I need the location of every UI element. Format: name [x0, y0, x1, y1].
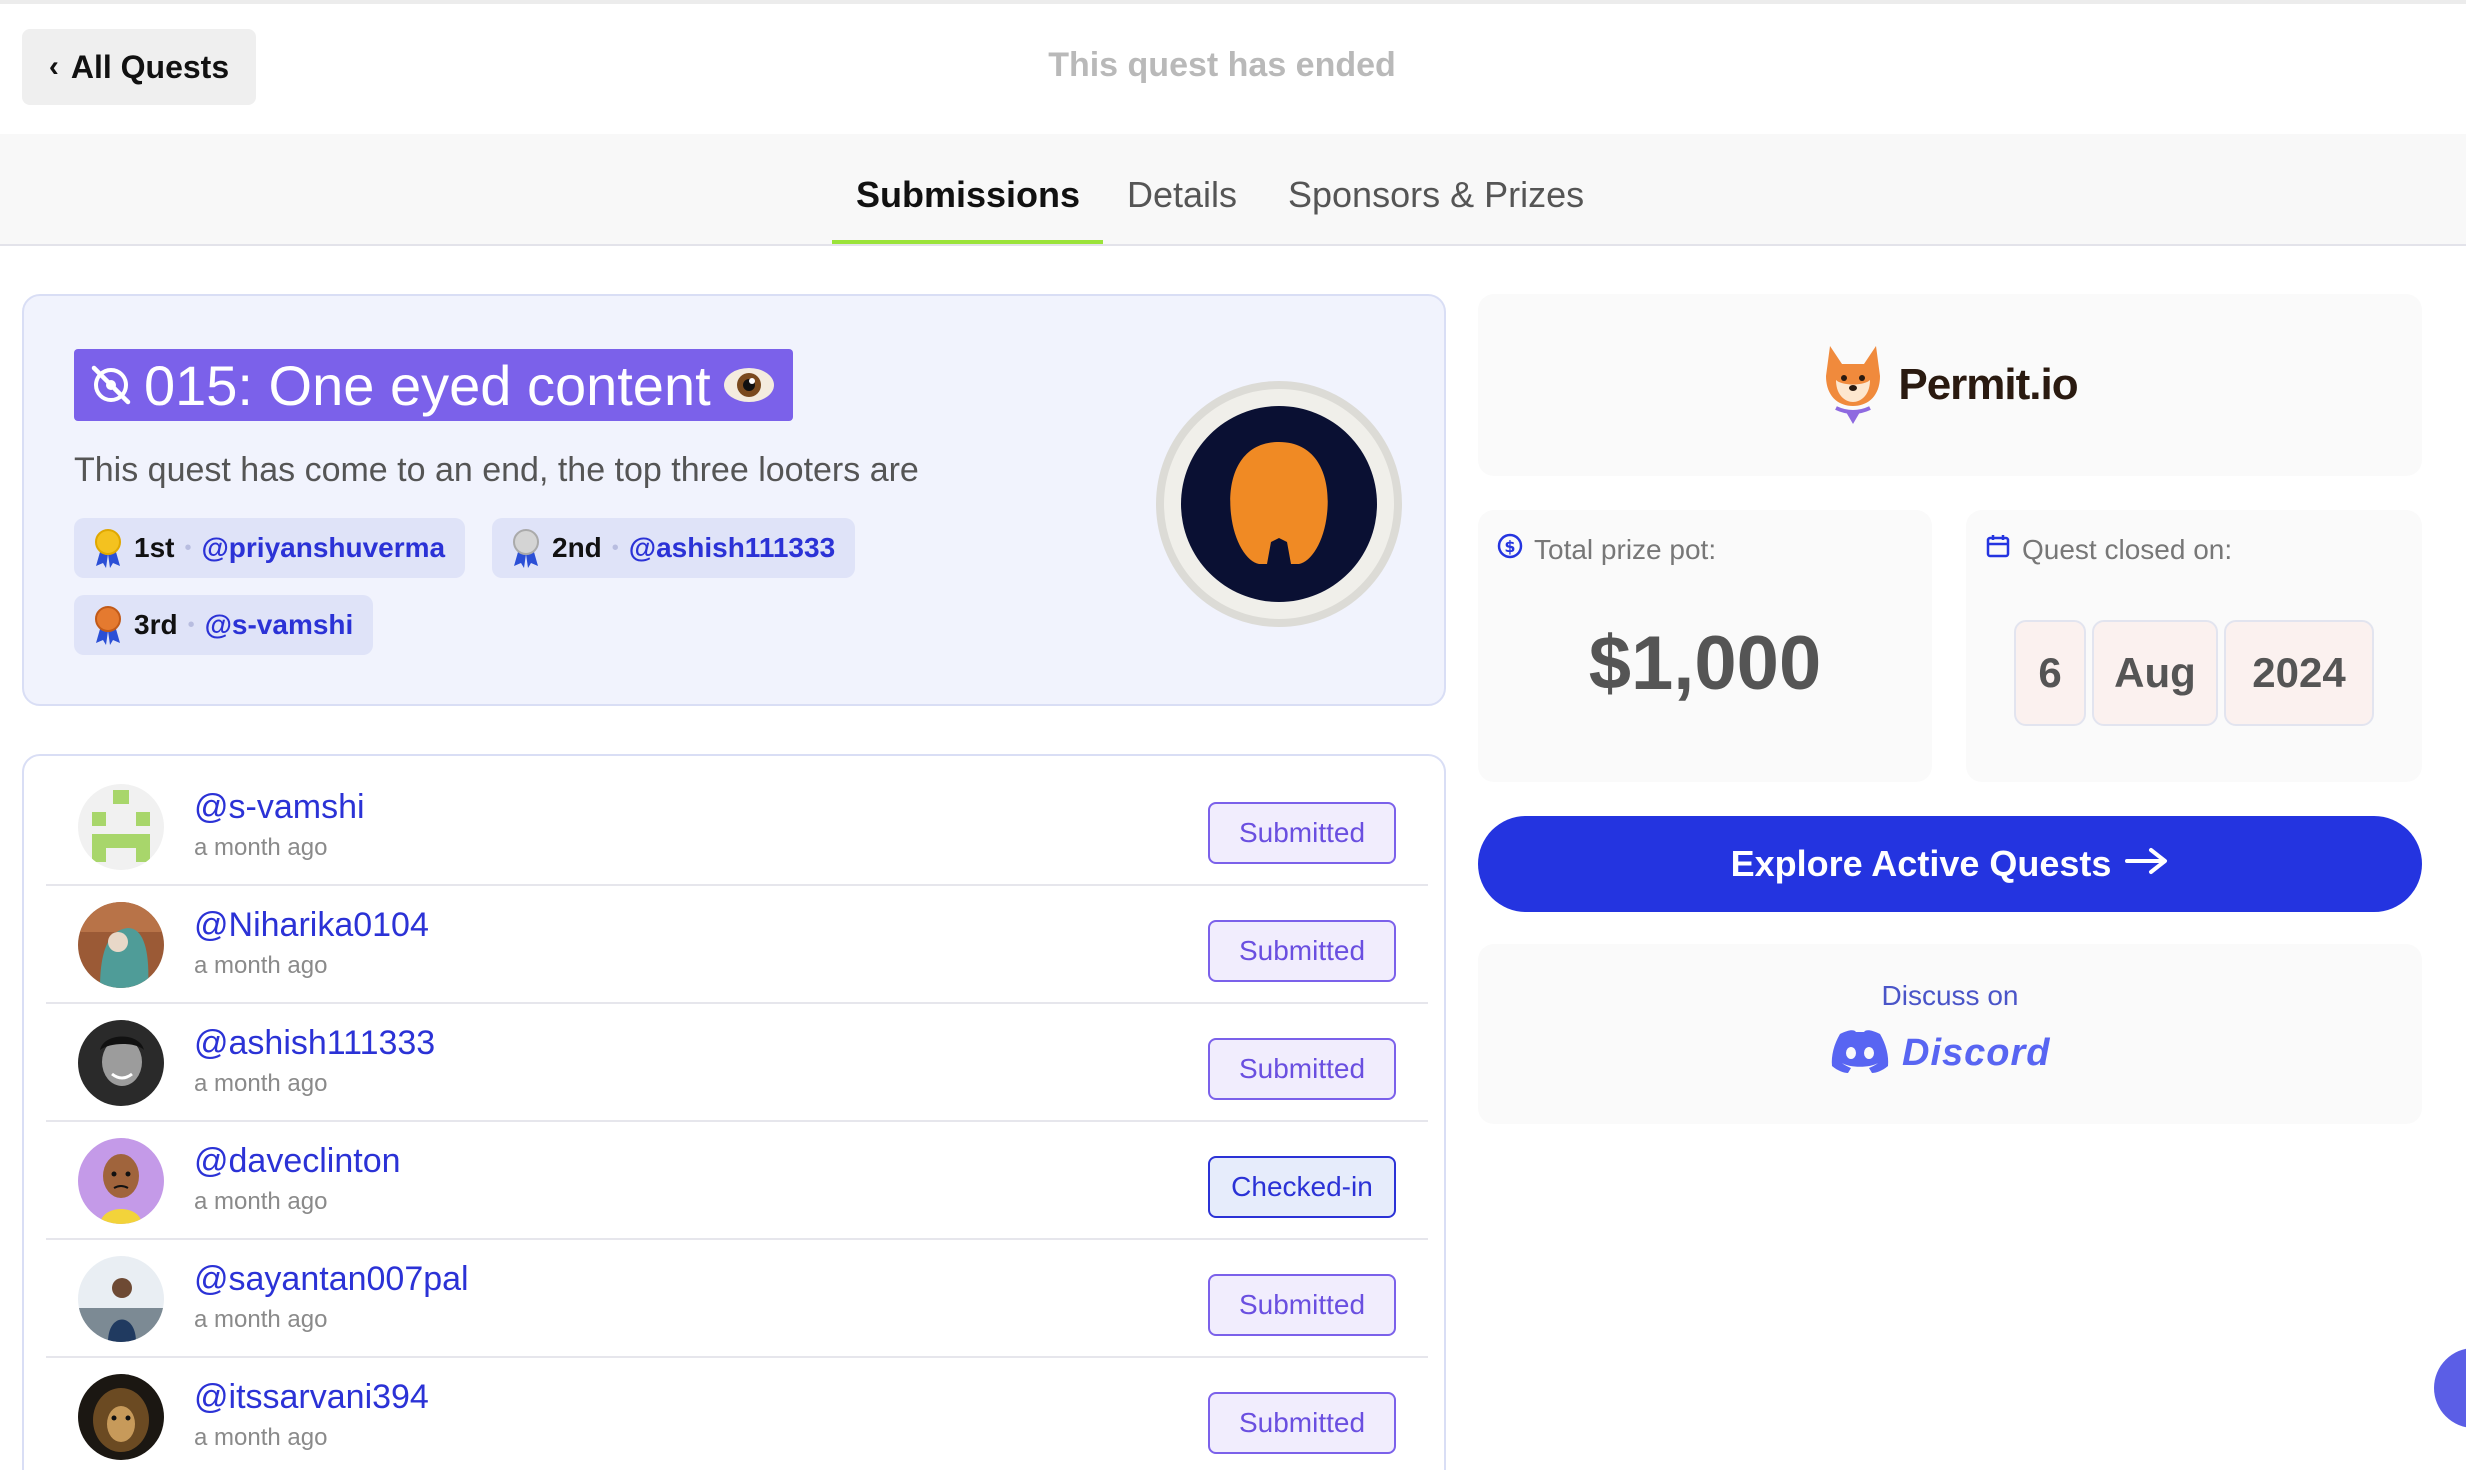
quest-summary-card: 015: One eyed content This quest has com…: [22, 294, 1446, 706]
status-badge: Checked-in: [1208, 1156, 1396, 1218]
quest-closed-card: Quest closed on: 6 Aug 2024: [1966, 510, 2422, 782]
submission-username[interactable]: @Niharika0104: [194, 906, 429, 945]
quest-subtitle: This quest has come to an end, the top t…: [74, 451, 919, 489]
svg-text:$: $: [1504, 537, 1515, 556]
closed-label-row: Quest closed on:: [1984, 532, 2232, 567]
explore-active-quests-button[interactable]: Explore Active Quests: [1478, 816, 2422, 912]
submission-username[interactable]: @ashish111333: [194, 1024, 435, 1063]
status-badge: Submitted: [1208, 1038, 1396, 1100]
submission-username[interactable]: @itssarvani394: [194, 1378, 429, 1417]
prize-label-row: $ Total prize pot:: [1496, 532, 1716, 567]
submission-username[interactable]: @daveclinton: [194, 1142, 401, 1181]
quest-title-badge: 015: One eyed content: [74, 349, 793, 421]
winner-place: 2nd: [552, 532, 602, 563]
winner-first: 1st • @priyanshuverma: [74, 518, 466, 578]
closed-month: Aug: [2092, 620, 2218, 726]
closed-label: Quest closed on:: [2022, 533, 2233, 565]
list-item[interactable]: @Niharika0104 a month ago Submitted: [46, 886, 1428, 1004]
list-item[interactable]: @s-vamshi a month ago Submitted: [46, 768, 1428, 886]
winner-third: 3rd • @s-vamshi: [74, 595, 374, 655]
calendar-icon: [1984, 532, 2012, 567]
list-item[interactable]: @sayantan007pal a month ago Submitted: [46, 1240, 1428, 1358]
discord-card: Discuss on Discord: [1478, 944, 2422, 1124]
dollar-icon: $: [1496, 532, 1524, 567]
quest-logo: [1156, 381, 1402, 627]
tab-sponsors-prizes[interactable]: Sponsors & Prizes: [1288, 174, 1584, 216]
explore-label: Explore Active Quests: [1730, 843, 2112, 884]
list-item[interactable]: @itssarvani394 a month ago Submitted: [46, 1358, 1428, 1470]
winner-second: 2nd • @ashish111333: [492, 518, 856, 578]
avatar: [78, 1256, 164, 1342]
no-eye-icon: [88, 362, 134, 408]
avatar: [78, 784, 164, 870]
submission-time: a month ago: [194, 1306, 328, 1333]
list-item[interactable]: @ashish111333 a month ago Submitted: [46, 1004, 1428, 1122]
submission-username[interactable]: @s-vamshi: [194, 788, 365, 827]
top-bar: ‹ All Quests This quest has ended: [0, 0, 2466, 134]
prize-label: Total prize pot:: [1534, 533, 1717, 565]
winner-handle[interactable]: @s-vamshi: [205, 609, 354, 641]
avatar: [78, 1374, 164, 1460]
submissions-list: @s-vamshi a month ago Submitted @Niharik…: [22, 754, 1446, 1470]
silver-medal-icon: [510, 528, 542, 568]
bronze-medal-icon: [92, 605, 124, 645]
tab-details[interactable]: Details: [1127, 174, 1237, 216]
discord-link[interactable]: Discord: [1830, 1028, 2050, 1079]
submission-time: a month ago: [194, 1070, 328, 1097]
winner-place: 1st: [134, 532, 175, 563]
tab-submissions[interactable]: Submissions: [856, 174, 1080, 216]
discuss-label: Discuss on: [1881, 980, 2019, 1011]
discord-wordmark: Discord: [1902, 1032, 2051, 1074]
eye-icon: [721, 363, 777, 407]
closed-day: 6: [2014, 620, 2086, 726]
status-badge: Submitted: [1208, 802, 1396, 864]
tab-bar: Submissions Details Sponsors & Prizes: [0, 134, 2466, 246]
avatar: [78, 902, 164, 988]
list-item[interactable]: @daveclinton a month ago Checked-in: [46, 1122, 1428, 1240]
submission-time: a month ago: [194, 1424, 328, 1451]
avatar: [78, 1020, 164, 1106]
gold-medal-icon: [92, 528, 124, 568]
discord-icon: [1830, 1028, 1890, 1079]
status-badge: Submitted: [1208, 920, 1396, 982]
winner-place: 3rd: [134, 609, 178, 640]
submission-time: a month ago: [194, 952, 328, 979]
chat-widget-button[interactable]: [2434, 1348, 2466, 1428]
prize-amount: $1,000: [1588, 621, 1822, 706]
active-tab-indicator: [832, 240, 1103, 244]
separator-dot: •: [184, 536, 192, 559]
shiba-logo-icon: [1822, 340, 1884, 431]
closed-year: 2024: [2224, 620, 2374, 726]
separator-dot: •: [187, 613, 195, 636]
winner-handle[interactable]: @priyanshuverma: [201, 532, 445, 564]
arrow-right-icon: [2125, 843, 2169, 885]
quest-title: 015: One eyed content: [144, 353, 711, 417]
submission-time: a month ago: [194, 1188, 328, 1215]
avatar: [78, 1138, 164, 1224]
status-badge: Submitted: [1208, 1392, 1396, 1454]
sponsor-card[interactable]: Permit.io: [1478, 294, 2422, 476]
submission-username[interactable]: @sayantan007pal: [194, 1260, 469, 1299]
prize-pot-card: $ Total prize pot: $1,000: [1478, 510, 1932, 782]
status-badge: Submitted: [1208, 1274, 1396, 1336]
submission-time: a month ago: [194, 834, 328, 861]
winner-handle[interactable]: @ashish111333: [629, 532, 835, 564]
quest-ended-status: This quest has ended: [1048, 46, 1396, 84]
separator-dot: •: [611, 536, 619, 559]
sponsor-name: Permit.io: [1898, 360, 2078, 409]
